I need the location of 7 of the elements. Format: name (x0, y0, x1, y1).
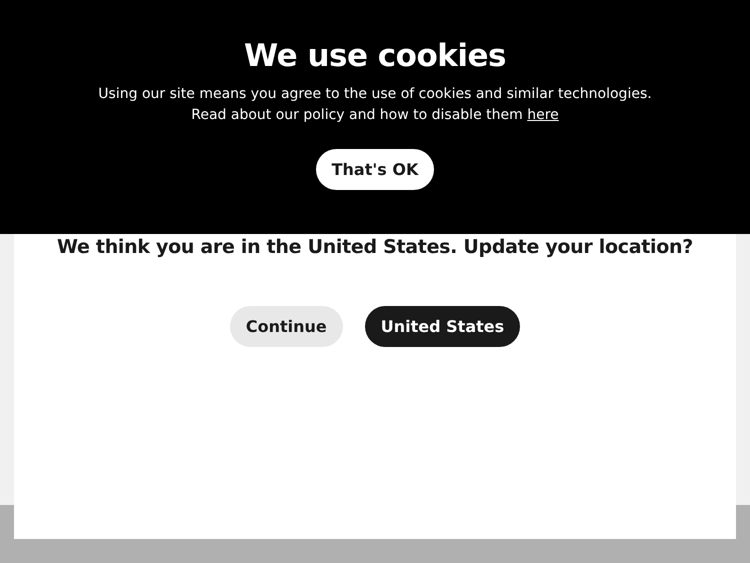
accept-cookies-button[interactable]: That's OK (316, 149, 434, 190)
continue-button[interactable]: Continue (230, 306, 343, 347)
policy-link[interactable]: here (527, 107, 559, 123)
country-button[interactable]: United States (364, 306, 520, 347)
cookie-title: We use cookies (244, 37, 506, 76)
cookie-message: Using our site means you agree to the use of cookies and similar technologies. Read about our policy and how to disable them here (98, 85, 652, 125)
location-question: We think you are in the United States. Update your location? (57, 235, 693, 259)
